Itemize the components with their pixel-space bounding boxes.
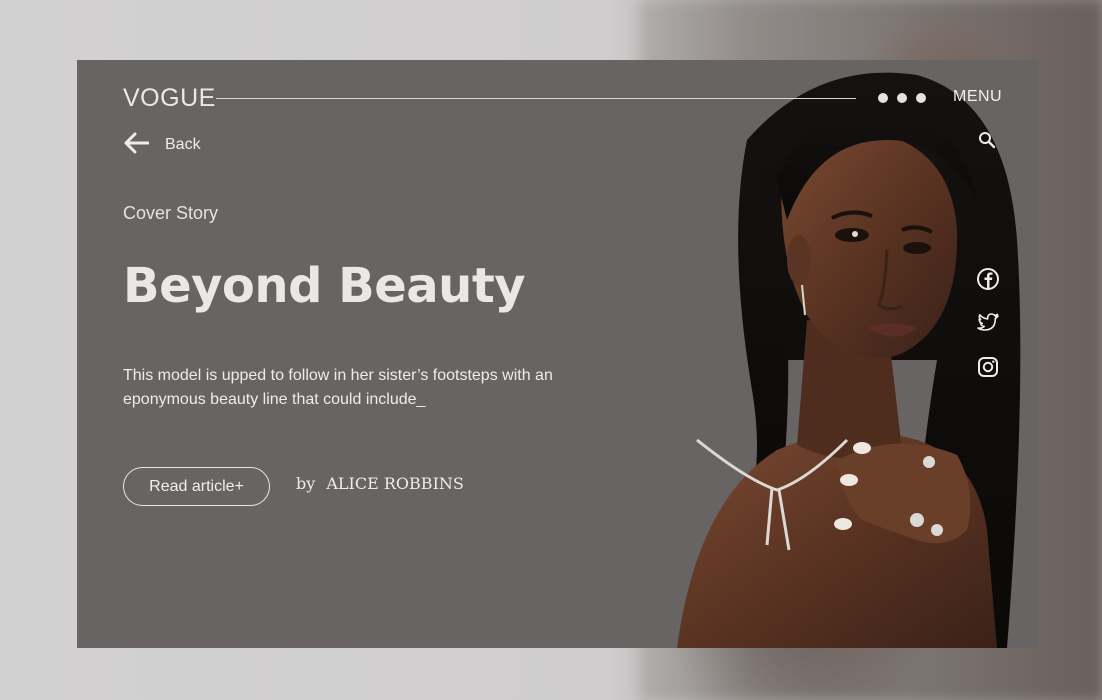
search-icon[interactable] <box>978 131 996 153</box>
twitter-icon[interactable] <box>976 311 1000 335</box>
hero-card: VOGUE MENU Back Cover Story Beyond Beaut… <box>77 60 1038 648</box>
model-portrait-image <box>617 60 1038 648</box>
article-headline: Beyond Beauty <box>123 258 526 314</box>
menu-button[interactable]: MENU <box>953 88 1002 106</box>
header-divider <box>216 98 856 99</box>
back-link[interactable]: Back <box>123 132 201 158</box>
author-name[interactable]: ALICE ROBBINS <box>326 474 463 493</box>
back-label: Back <box>165 136 201 153</box>
byline-prefix: by <box>296 474 316 493</box>
pager-dot[interactable] <box>897 93 907 103</box>
pager-dot[interactable] <box>878 93 888 103</box>
facebook-icon[interactable] <box>976 267 1000 291</box>
article-kicker: Cover Story <box>123 203 219 223</box>
article-excerpt: This model is upped to follow in her sis… <box>123 367 553 408</box>
byline: by ALICE ROBBINS <box>296 474 464 493</box>
brand-logo[interactable]: VOGUE <box>123 84 216 113</box>
arrow-left-icon <box>123 132 150 158</box>
pager-dots <box>878 93 926 103</box>
read-article-button[interactable]: Read article+ <box>123 467 270 506</box>
pager-dot[interactable] <box>916 93 926 103</box>
instagram-icon[interactable] <box>976 355 1000 379</box>
social-links <box>976 267 1000 379</box>
